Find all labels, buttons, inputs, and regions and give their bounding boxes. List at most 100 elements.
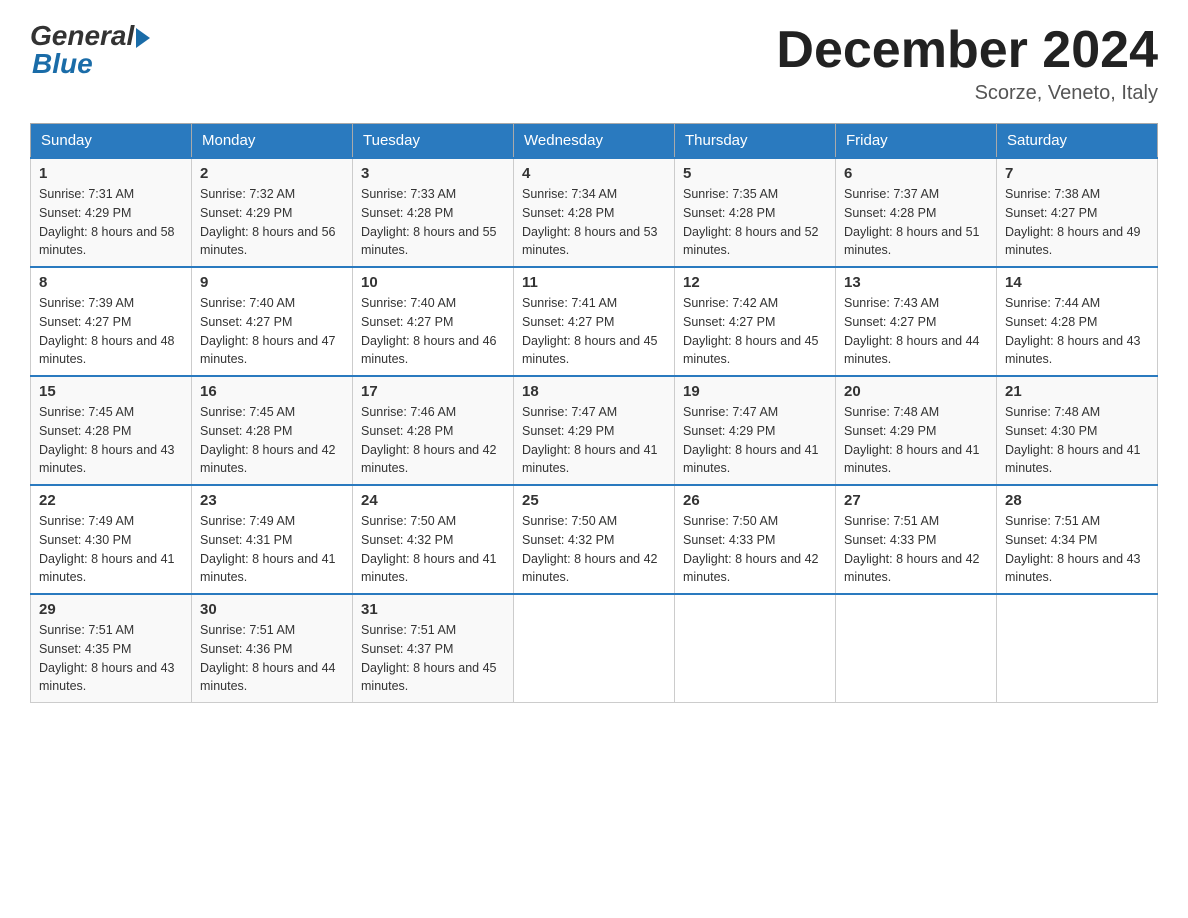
calendar-cell: 22 Sunrise: 7:49 AMSunset: 4:30 PMDayligh… [31, 485, 192, 594]
calendar-cell [514, 594, 675, 703]
day-number: 9 [200, 274, 344, 291]
calendar-cell: 27 Sunrise: 7:51 AMSunset: 4:33 PMDayligh… [836, 485, 997, 594]
day-number: 28 [1005, 492, 1149, 509]
header-monday: Monday [192, 124, 353, 159]
day-number: 23 [200, 492, 344, 509]
day-info: Sunrise: 7:44 AMSunset: 4:28 PMDaylight:… [1005, 294, 1149, 369]
day-number: 27 [844, 492, 988, 509]
day-info: Sunrise: 7:50 AMSunset: 4:32 PMDaylight:… [361, 512, 505, 587]
day-info: Sunrise: 7:47 AMSunset: 4:29 PMDaylight:… [683, 403, 827, 478]
day-info: Sunrise: 7:37 AMSunset: 4:28 PMDaylight:… [844, 185, 988, 260]
calendar-cell: 3Sunrise: 7:33 AMSunset: 4:28 PMDaylight… [353, 158, 514, 267]
day-number: 15 [39, 383, 183, 400]
calendar-cell: 9 Sunrise: 7:40 AMSunset: 4:27 PMDaylight… [192, 267, 353, 376]
day-info: Sunrise: 7:38 AMSunset: 4:27 PMDaylight:… [1005, 185, 1149, 260]
calendar-cell: 17 Sunrise: 7:46 AMSunset: 4:28 PMDayligh… [353, 376, 514, 485]
day-number: 12 [683, 274, 827, 291]
day-info: Sunrise: 7:50 AMSunset: 4:32 PMDaylight:… [522, 512, 666, 587]
day-info: Sunrise: 7:46 AMSunset: 4:28 PMDaylight:… [361, 403, 505, 478]
day-number: 4 [522, 165, 666, 182]
day-info: Sunrise: 7:51 AMSunset: 4:35 PMDaylight:… [39, 621, 183, 696]
day-info: Sunrise: 7:51 AMSunset: 4:37 PMDaylight:… [361, 621, 505, 696]
day-number: 8 [39, 274, 183, 291]
calendar-cell: 7Sunrise: 7:38 AMSunset: 4:27 PMDaylight… [997, 158, 1158, 267]
calendar-cell: 21 Sunrise: 7:48 AMSunset: 4:30 PMDayligh… [997, 376, 1158, 485]
calendar-cell: 25 Sunrise: 7:50 AMSunset: 4:32 PMDayligh… [514, 485, 675, 594]
calendar-cell: 2Sunrise: 7:32 AMSunset: 4:29 PMDaylight… [192, 158, 353, 267]
day-info: Sunrise: 7:43 AMSunset: 4:27 PMDaylight:… [844, 294, 988, 369]
day-info: Sunrise: 7:32 AMSunset: 4:29 PMDaylight:… [200, 185, 344, 260]
day-number: 5 [683, 165, 827, 182]
day-info: Sunrise: 7:50 AMSunset: 4:33 PMDaylight:… [683, 512, 827, 587]
day-info: Sunrise: 7:39 AMSunset: 4:27 PMDaylight:… [39, 294, 183, 369]
day-number: 20 [844, 383, 988, 400]
logo-arrow-icon [136, 28, 150, 48]
calendar-cell: 15Sunrise: 7:45 AMSunset: 4:28 PMDayligh… [31, 376, 192, 485]
day-number: 24 [361, 492, 505, 509]
calendar-cell: 28 Sunrise: 7:51 AMSunset: 4:34 PMDayligh… [997, 485, 1158, 594]
calendar-cell: 14 Sunrise: 7:44 AMSunset: 4:28 PMDayligh… [997, 267, 1158, 376]
day-info: Sunrise: 7:45 AMSunset: 4:28 PMDaylight:… [200, 403, 344, 478]
location-text: Scorze, Veneto, Italy [776, 82, 1158, 105]
day-info: Sunrise: 7:41 AMSunset: 4:27 PMDaylight:… [522, 294, 666, 369]
calendar-week-row: 8 Sunrise: 7:39 AMSunset: 4:27 PMDaylight… [31, 267, 1158, 376]
logo-blue-text: Blue [32, 48, 93, 80]
day-number: 19 [683, 383, 827, 400]
calendar-cell: 16 Sunrise: 7:45 AMSunset: 4:28 PMDayligh… [192, 376, 353, 485]
day-number: 21 [1005, 383, 1149, 400]
day-info: Sunrise: 7:51 AMSunset: 4:33 PMDaylight:… [844, 512, 988, 587]
weekday-header-row: Sunday Monday Tuesday Wednesday Thursday… [31, 124, 1158, 159]
day-info: Sunrise: 7:48 AMSunset: 4:29 PMDaylight:… [844, 403, 988, 478]
day-info: Sunrise: 7:48 AMSunset: 4:30 PMDaylight:… [1005, 403, 1149, 478]
day-number: 31 [361, 601, 505, 618]
calendar-cell: 1 Sunrise: 7:31 AMSunset: 4:29 PMDaylight… [31, 158, 192, 267]
day-number: 29 [39, 601, 183, 618]
day-info: Sunrise: 7:31 AMSunset: 4:29 PMDaylight:… [39, 185, 183, 260]
header-wednesday: Wednesday [514, 124, 675, 159]
day-number: 13 [844, 274, 988, 291]
day-number: 16 [200, 383, 344, 400]
calendar-table: Sunday Monday Tuesday Wednesday Thursday… [30, 123, 1158, 703]
day-info: Sunrise: 7:40 AMSunset: 4:27 PMDaylight:… [200, 294, 344, 369]
calendar-cell: 20 Sunrise: 7:48 AMSunset: 4:29 PMDayligh… [836, 376, 997, 485]
header-thursday: Thursday [675, 124, 836, 159]
calendar-cell: 6 Sunrise: 7:37 AMSunset: 4:28 PMDaylight… [836, 158, 997, 267]
day-number: 30 [200, 601, 344, 618]
calendar-cell: 11Sunrise: 7:41 AMSunset: 4:27 PMDayligh… [514, 267, 675, 376]
day-number: 25 [522, 492, 666, 509]
calendar-cell: 24 Sunrise: 7:50 AMSunset: 4:32 PMDayligh… [353, 485, 514, 594]
day-number: 14 [1005, 274, 1149, 291]
day-number: 17 [361, 383, 505, 400]
day-info: Sunrise: 7:51 AMSunset: 4:34 PMDaylight:… [1005, 512, 1149, 587]
day-info: Sunrise: 7:34 AMSunset: 4:28 PMDaylight:… [522, 185, 666, 260]
day-info: Sunrise: 7:35 AMSunset: 4:28 PMDaylight:… [683, 185, 827, 260]
calendar-cell: 30Sunrise: 7:51 AMSunset: 4:36 PMDayligh… [192, 594, 353, 703]
calendar-cell: 12 Sunrise: 7:42 AMSunset: 4:27 PMDayligh… [675, 267, 836, 376]
header-sunday: Sunday [31, 124, 192, 159]
header-tuesday: Tuesday [353, 124, 514, 159]
calendar-week-row: 15 Sunrise: 7:45 AMSunset: 4:28 PMDayligh… [31, 376, 1158, 485]
day-number: 18 [522, 383, 666, 400]
day-number: 1 [39, 165, 183, 182]
day-number: 10 [361, 274, 505, 291]
day-info: Sunrise: 7:49 AMSunset: 4:30 PMDaylight:… [39, 512, 183, 587]
day-number: 6 [844, 165, 988, 182]
calendar-cell [675, 594, 836, 703]
calendar-cell: 29 Sunrise: 7:51 AMSunset: 4:35 PMDayligh… [31, 594, 192, 703]
logo: General Blue [30, 20, 150, 80]
header-saturday: Saturday [997, 124, 1158, 159]
calendar-cell [997, 594, 1158, 703]
header-friday: Friday [836, 124, 997, 159]
calendar-week-row: 1 Sunrise: 7:31 AMSunset: 4:29 PMDaylight… [31, 158, 1158, 267]
day-number: 22 [39, 492, 183, 509]
day-number: 26 [683, 492, 827, 509]
title-area: December 2024 Scorze, Veneto, Italy [776, 20, 1158, 105]
calendar-cell: 26 Sunrise: 7:50 AMSunset: 4:33 PMDayligh… [675, 485, 836, 594]
day-info: Sunrise: 7:47 AMSunset: 4:29 PMDaylight:… [522, 403, 666, 478]
day-info: Sunrise: 7:42 AMSunset: 4:27 PMDaylight:… [683, 294, 827, 369]
day-info: Sunrise: 7:33 AMSunset: 4:28 PMDaylight:… [361, 185, 505, 260]
calendar-week-row: 22 Sunrise: 7:49 AMSunset: 4:30 PMDayligh… [31, 485, 1158, 594]
calendar-cell: 18 Sunrise: 7:47 AMSunset: 4:29 PMDayligh… [514, 376, 675, 485]
calendar-cell: 31 Sunrise: 7:51 AMSunset: 4:37 PMDayligh… [353, 594, 514, 703]
calendar-cell [836, 594, 997, 703]
